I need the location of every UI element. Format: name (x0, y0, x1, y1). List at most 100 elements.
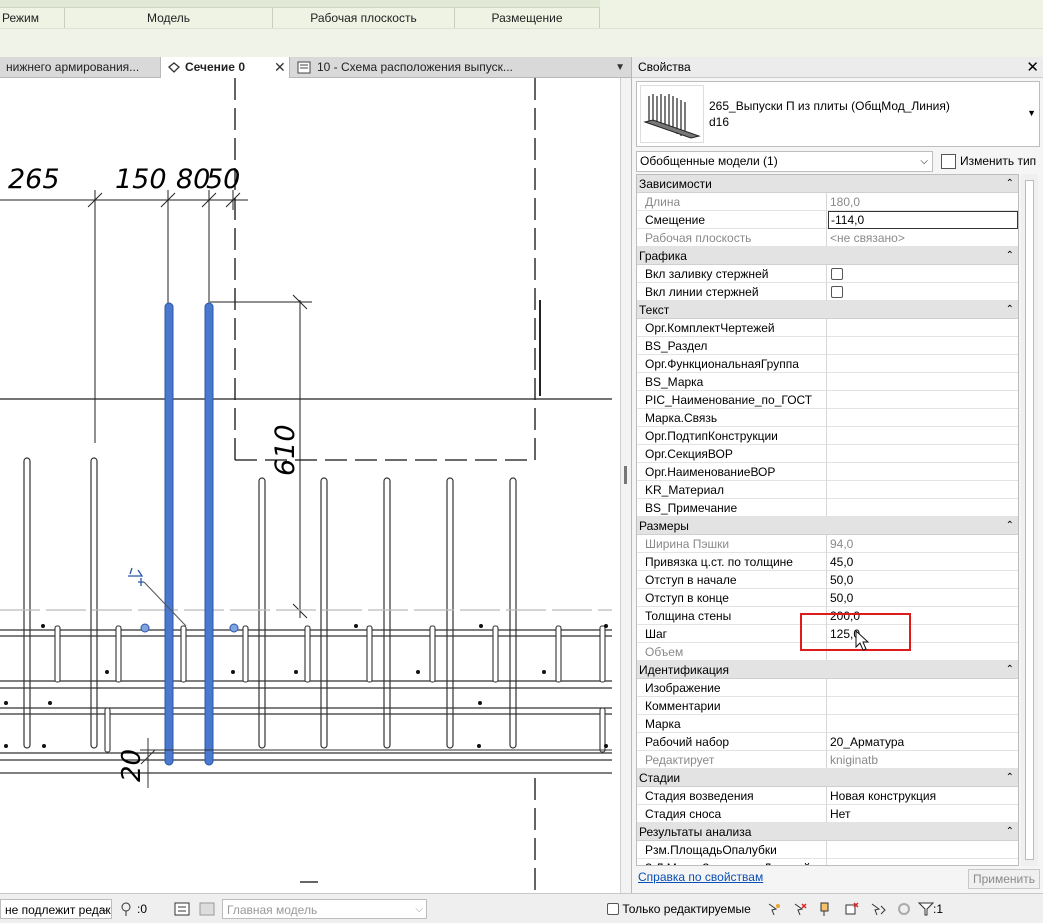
property-value[interactable]: -114,0 (828, 211, 1018, 229)
property-name: Орг.НаименованиеВОР (637, 463, 827, 481)
property-value[interactable] (828, 481, 1018, 499)
property-name: Привязка ц.ст. по толщине (637, 553, 827, 571)
property-checkbox-cell[interactable] (828, 283, 1018, 301)
property-group-header[interactable]: Графика ⌃ (637, 247, 1018, 265)
property-name: Орг.ПодтипКонструкции (637, 427, 827, 445)
dimension-20: 20 (117, 749, 147, 782)
apply-button[interactable]: Применить (968, 869, 1040, 889)
collapse-chevron-icon[interactable]: ⌃ (1006, 823, 1014, 841)
property-value[interactable]: 20_Арматура (828, 733, 1018, 751)
edit-type-button[interactable]: Изменить тип (938, 151, 1036, 172)
property-value[interactable] (828, 841, 1018, 859)
property-value[interactable] (828, 859, 1018, 865)
drag-elements-icon[interactable] (870, 902, 886, 916)
tab-label: Сечение 0 (185, 60, 245, 74)
property-group-header[interactable]: Размеры ⌃ (637, 517, 1018, 535)
property-value[interactable] (828, 373, 1018, 391)
properties-scrollbar[interactable] (1021, 174, 1038, 866)
property-value: <не связано> (830, 231, 905, 245)
property-value: kniginatb (830, 753, 879, 767)
property-value[interactable] (828, 409, 1018, 427)
panel-splitter[interactable] (620, 78, 631, 893)
collapse-chevron-icon[interactable]: ⌃ (1006, 769, 1014, 787)
property-name: BS_Раздел (637, 337, 827, 355)
background-process-icon[interactable] (896, 902, 912, 916)
mouse-cursor-icon (855, 630, 870, 651)
property-value[interactable] (828, 445, 1018, 463)
property-value[interactable] (828, 679, 1018, 697)
ribbon-panel-labels: Режим Модель Рабочая плоскость Размещени… (0, 8, 600, 28)
property-value[interactable]: Новая конструкция (828, 787, 1018, 805)
drawing-svg[interactable]: 265 150 80 50 610 20 (0, 78, 620, 893)
property-value[interactable] (828, 337, 1018, 355)
collapse-chevron-icon[interactable]: ⌃ (1006, 661, 1014, 679)
collapse-chevron-icon[interactable]: ⌃ (1006, 301, 1014, 319)
property-value[interactable]: 45,0 (828, 553, 1018, 571)
select-pinned-icon[interactable] (818, 902, 834, 916)
collapse-chevron-icon[interactable]: ⌃ (1006, 517, 1014, 535)
property-row: Смещение -114,0 (637, 211, 1018, 229)
collapse-chevron-icon[interactable]: ⌃ (1006, 247, 1014, 265)
design-options-icon[interactable] (174, 902, 190, 916)
worksharing-icon[interactable] (120, 902, 136, 916)
ribbon: Режим Модель Рабочая плоскость Размещени… (0, 0, 1043, 57)
property-group-header[interactable]: Результаты анализа ⌃ (637, 823, 1018, 841)
chevron-down-icon[interactable]: ▼ (1027, 108, 1036, 118)
property-value[interactable] (828, 715, 1018, 733)
property-group-title: Идентификация (639, 663, 729, 677)
property-value[interactable] (828, 463, 1018, 481)
category-filter-dropdown[interactable]: Обобщенные модели (1) ⌵ (636, 151, 933, 172)
property-group-header[interactable]: Текст ⌃ (637, 301, 1018, 319)
property-value[interactable] (828, 319, 1018, 337)
design-option-edit-icon[interactable] (199, 902, 215, 916)
chevron-down-icon: ⌵ (920, 156, 928, 167)
property-checkbox[interactable] (831, 286, 843, 298)
properties-help-link[interactable]: Справка по свойствам (638, 870, 763, 884)
select-by-face-icon[interactable] (844, 902, 860, 916)
close-icon[interactable]: ✕ (1026, 57, 1039, 78)
selected-rod (164, 302, 174, 766)
tab-section-0[interactable]: Сечение 0 ✕ (160, 57, 290, 78)
property-value[interactable] (828, 391, 1018, 409)
ribbon-panel-mode[interactable]: Режим (0, 8, 65, 28)
section-view-canvas[interactable]: 265 150 80 50 610 20 (0, 78, 620, 893)
property-name: Вкл заливку стержней (637, 265, 827, 283)
close-icon[interactable]: ✕ (274, 57, 286, 78)
main-model-dropdown[interactable]: Главная модель ⌵ (222, 899, 427, 919)
tab-label: 10 - Схема расположения выпуск... (317, 60, 513, 74)
property-name: Рзм.ПлощадьОпалубки (637, 841, 827, 859)
scrollbar-thumb[interactable] (1025, 180, 1034, 860)
property-value[interactable] (828, 427, 1018, 445)
property-name: Марка.Связь (637, 409, 827, 427)
property-value[interactable]: Нет (828, 805, 1018, 823)
type-selector[interactable]: 265_Выпуски П из плиты (ОбщМод_Линия) d1… (636, 81, 1040, 147)
property-value[interactable]: 50,0 (828, 571, 1018, 589)
dimension-50: 50 (206, 164, 240, 195)
tab-outlets-scheme[interactable]: 10 - Схема расположения выпуск... (291, 57, 607, 78)
property-value[interactable] (828, 499, 1018, 517)
tab-bottom-reinforcement[interactable]: нижнего армирования... (0, 57, 160, 78)
property-value[interactable]: 50,0 (828, 589, 1018, 607)
grip-handle (229, 623, 239, 633)
ribbon-panel-model[interactable]: Модель (65, 8, 273, 28)
filter-icon[interactable] (918, 902, 934, 916)
property-name: Объем (637, 643, 827, 661)
select-underlay-icon[interactable] (792, 902, 808, 916)
ribbon-panel-workplane[interactable]: Рабочая плоскость (273, 8, 455, 28)
property-value[interactable] (828, 697, 1018, 715)
property-row: BS_Примечание (637, 499, 1018, 517)
tab-list-dropdown-icon[interactable]: ▼ (615, 57, 625, 78)
ribbon-panel-placement[interactable]: Размещение (455, 8, 600, 28)
editable-filter-dropdown[interactable]: не подлежит редак ⌵ (0, 899, 112, 919)
property-checkbox-cell[interactable] (828, 265, 1018, 283)
property-group-header[interactable]: Зависимости ⌃ (637, 175, 1018, 193)
chevron-down-icon: ⌵ (100, 904, 108, 915)
editable-only-checkbox[interactable] (607, 903, 619, 915)
select-links-icon[interactable] (766, 902, 782, 916)
property-group-header[interactable]: Идентификация ⌃ (637, 661, 1018, 679)
editable-only-toggle[interactable]: Только редактируемые (606, 899, 751, 919)
property-group-header[interactable]: Стадии ⌃ (637, 769, 1018, 787)
property-value[interactable] (828, 355, 1018, 373)
property-checkbox[interactable] (831, 268, 843, 280)
collapse-chevron-icon[interactable]: ⌃ (1006, 175, 1014, 193)
